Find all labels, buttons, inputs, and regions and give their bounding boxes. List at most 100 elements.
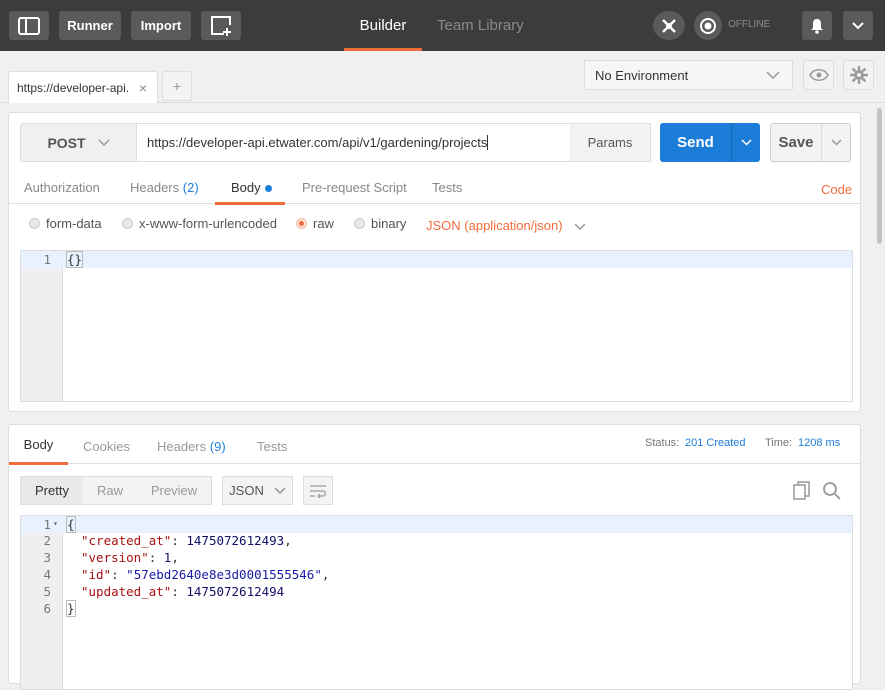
json-number-value: 1475072612494 [186,584,285,599]
tab-builder[interactable]: Builder [344,0,422,51]
chevron-down-icon [274,487,286,494]
headers-count: (2) [182,180,199,195]
json-line-content: "version": 1, [81,550,179,565]
request-panel: POST https://developer-api.etwater.com/a… [8,112,861,412]
environment-quick-look-button[interactable] [803,60,834,90]
manage-environments-button[interactable] [843,60,874,90]
tab-body[interactable]: Body [215,180,285,205]
request-body-content: {} [65,251,84,268]
response-line: 3 "version": 1, [21,550,852,567]
tab-response-headers[interactable]: Headers (9) [157,439,226,454]
code-link[interactable]: Code [821,182,852,197]
content-type-select[interactable]: JSON (application/json) [426,218,586,233]
tab-prerequest-script[interactable]: Pre-request Script [302,180,407,195]
chevron-down-icon [852,21,864,29]
radio-circle [29,218,40,229]
request-tab-title: https://developer-api. [17,80,130,95]
search-icon[interactable] [822,481,841,500]
radio-raw[interactable]: raw [296,216,334,231]
tab-team-library[interactable]: Team Library [437,0,524,51]
editor-gutter [21,251,63,401]
notifications-button[interactable] [802,11,832,40]
save-button[interactable]: Save [770,123,851,162]
json-line-content: "id": "57ebd2640e8e3d0001555546", [81,567,330,582]
fold-toggle-icon[interactable]: ▾ [53,519,58,528]
active-tab-indicator [9,462,68,465]
send-button[interactable]: Send [660,123,760,162]
active-tab-indicator [215,202,285,205]
tab-authorization[interactable]: Authorization [24,180,100,195]
url-text: https://developer-api.etwater.com/api/v1… [147,135,488,150]
radio-binary[interactable]: binary [354,216,406,231]
response-format-select[interactable]: JSON [222,476,293,505]
json-line-content: "created_at": 1475072612493, [81,533,292,548]
view-preview-button[interactable]: Preview [137,476,212,505]
close-tab-icon[interactable]: × [139,80,147,96]
menu-dropdown-button[interactable] [843,11,873,40]
chevron-down-icon [831,139,842,146]
response-body-viewer[interactable]: 1 ▾ { 2 "created_at": 1475072612493, 3 "… [20,515,853,690]
environment-select[interactable]: No Environment [584,60,793,90]
radio-binary-label: binary [371,216,407,231]
new-window-icon [211,15,231,36]
sidebar-toggle-button[interactable] [9,11,49,40]
method-select[interactable]: POST [20,123,137,162]
tab-builder-label: Builder [359,17,407,34]
json-line-content: "updated_at": 1475072612494 [81,584,285,599]
add-tab-button[interactable]: + [162,71,192,101]
response-line: 4 "id": "57ebd2640e8e3d0001555546", [21,567,852,584]
line-number: 4 [43,567,51,582]
view-pretty-button[interactable]: Pretty [20,476,84,505]
time-label: Time: [765,437,793,449]
editor-line: 1 {} [21,251,852,268]
status-value: 201 Created [685,437,746,449]
line-number: 6 [43,601,51,616]
json-key: "updated_at" [81,584,172,599]
json-number-value: 1 [163,550,172,565]
request-tab[interactable]: https://developer-api. × [8,71,158,103]
tab-response-tests[interactable]: Tests [257,439,287,454]
tab-response-body[interactable]: Body [9,425,68,465]
line-number: 1 [43,517,51,532]
view-raw-button[interactable]: Raw [83,476,138,505]
text-cursor [487,135,489,150]
wrap-lines-button[interactable] [303,476,333,505]
json-string-value: "57ebd2640e8e3d0001555546" [126,567,322,582]
line-number: 3 [43,550,51,565]
tab-response-cookies[interactable]: Cookies [83,439,130,454]
response-line: 6 } [21,600,852,618]
status-label: Status: [645,437,680,449]
sync-status-button[interactable] [694,11,722,40]
tab-response-headers-label: Headers [157,439,207,454]
params-button[interactable]: Params [570,123,651,162]
tab-tests[interactable]: Tests [432,180,462,195]
content-type-label: JSON (application/json) [426,218,563,233]
import-button[interactable]: Import [131,11,191,40]
response-headers-count: (9) [209,439,226,454]
json-key: "version" [81,550,149,565]
request-tab-bar: https://developer-api. × + No Environmen… [0,51,885,103]
tab-headers[interactable]: Headers (2) [130,180,199,195]
gear-icon [849,66,868,84]
copy-icon[interactable] [793,481,811,500]
save-label: Save [778,134,814,151]
chevron-down-icon [740,139,752,146]
tab-headers-label: Headers [130,180,180,195]
json-key: "created_at" [81,533,172,548]
json-key: "id" [81,567,112,582]
wrap-icon [310,484,326,498]
radio-form-data[interactable]: form-data [29,216,102,231]
request-body-editor[interactable]: 1 {} [20,250,853,402]
send-options-dropdown[interactable] [731,123,760,162]
radio-circle-selected [296,218,307,229]
new-window-button[interactable] [201,11,241,40]
interceptor-button[interactable] [653,11,685,40]
radio-urlencoded[interactable]: x-www-form-urlencoded [122,216,277,231]
save-options-dropdown[interactable] [821,124,851,161]
method-label: POST [47,134,86,151]
json-open-brace: { [66,516,76,533]
url-input[interactable]: https://developer-api.etwater.com/api/v1… [136,123,571,162]
runner-button[interactable]: Runner [59,11,121,40]
scrollbar-thumb[interactable] [877,108,882,244]
main-scrollbar[interactable] [874,104,885,681]
